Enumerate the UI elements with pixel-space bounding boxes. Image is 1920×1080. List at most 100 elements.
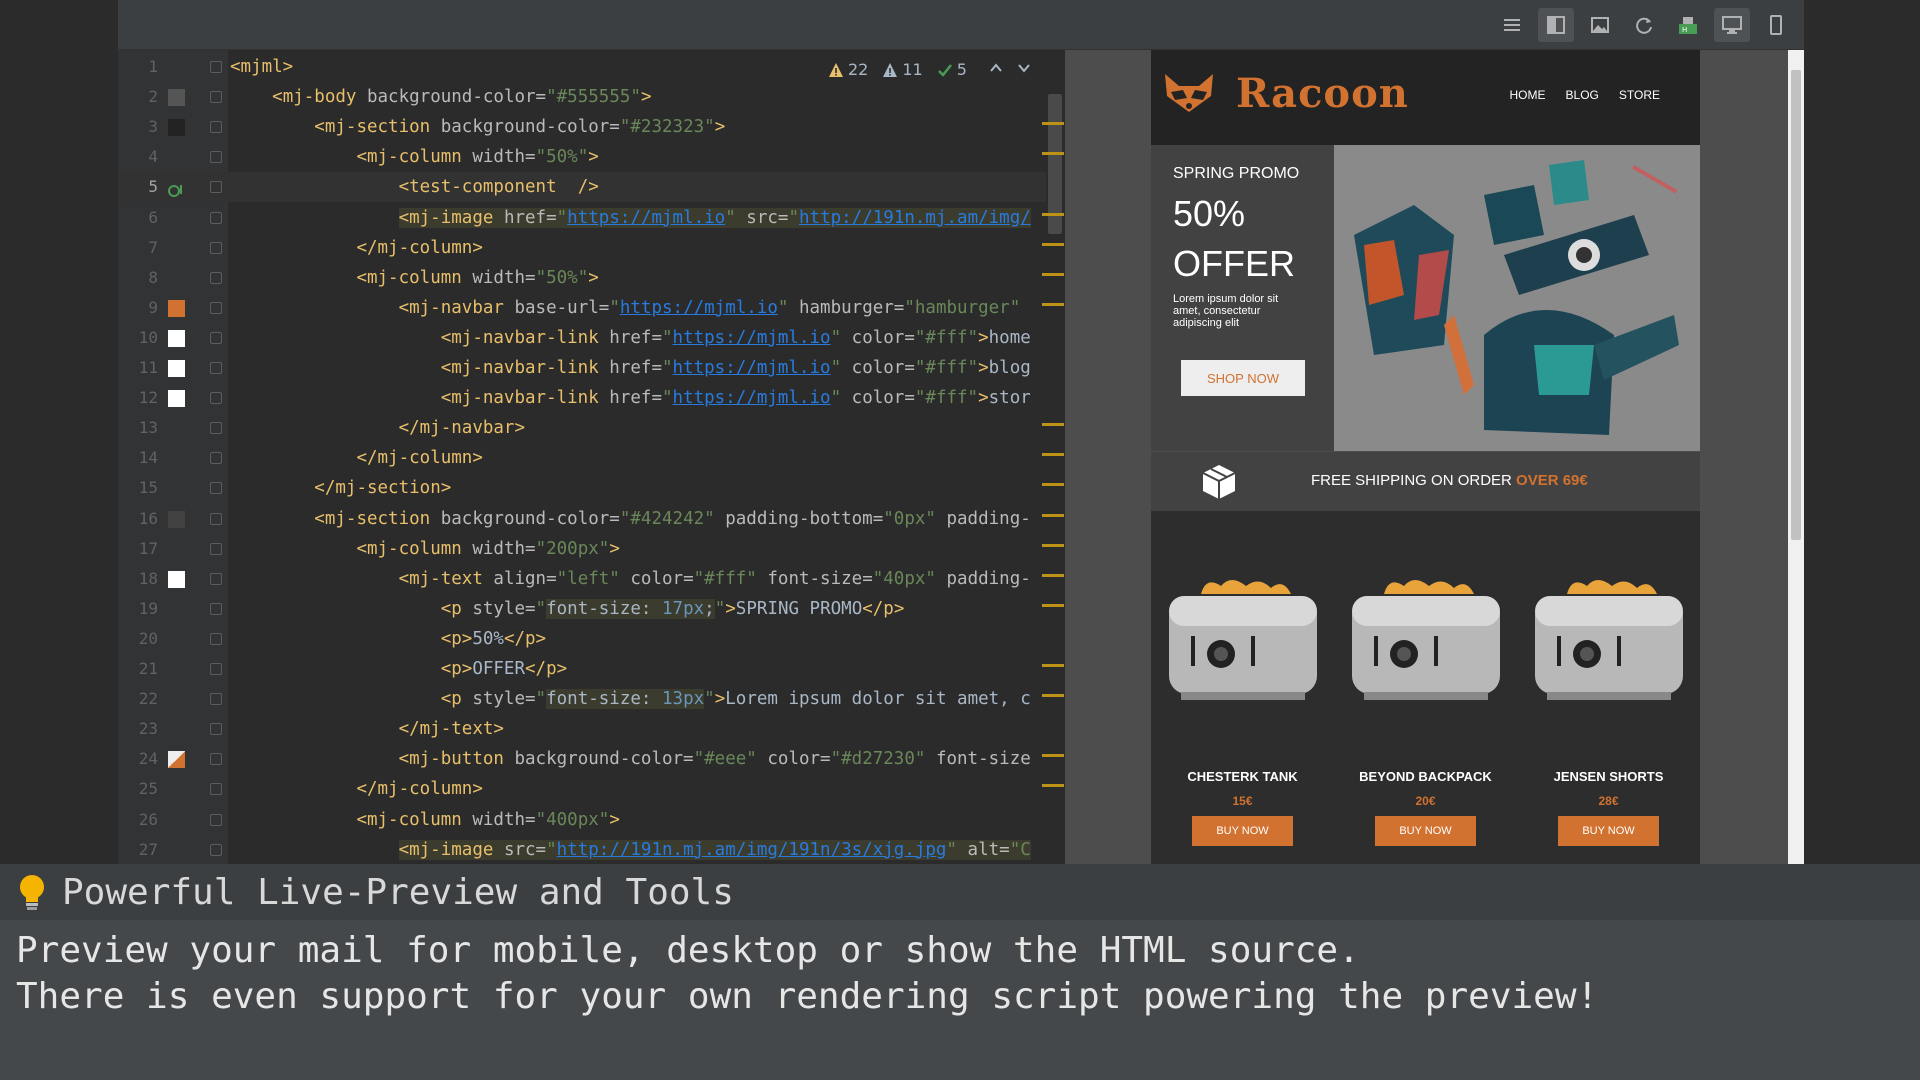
nav-link-home[interactable]: HOME xyxy=(1510,88,1546,102)
gutter-marker-icon[interactable] xyxy=(168,179,185,198)
code-line[interactable]: 11 <mj-navbar-link href="https://mjml.io… xyxy=(118,353,1065,383)
warning-stripe-mark[interactable] xyxy=(1042,453,1064,457)
fold-icon[interactable] xyxy=(210,362,222,374)
code-line[interactable]: 23 </mj-text> xyxy=(118,714,1065,744)
fold-icon[interactable] xyxy=(210,512,222,525)
code-line[interactable]: 16 <mj-section background-color="#424242… xyxy=(118,504,1065,534)
fold-icon[interactable] xyxy=(210,331,222,344)
error-count[interactable]: 22 xyxy=(828,60,868,79)
warning-stripe-mark[interactable] xyxy=(1042,784,1064,788)
warning-stripe-mark[interactable] xyxy=(1042,483,1064,487)
code-line[interactable]: 8 <mj-column width="50%"> xyxy=(118,263,1065,293)
fold-icon[interactable] xyxy=(210,301,222,314)
fold-icon[interactable] xyxy=(210,121,222,134)
shop-now-button[interactable]: SHOP NOW xyxy=(1181,360,1305,396)
fold-icon[interactable] xyxy=(210,271,222,284)
color-swatch-icon[interactable] xyxy=(168,119,185,137)
code-line[interactable]: 17 <mj-column width="200px"> xyxy=(118,534,1065,564)
next-problem-icon[interactable] xyxy=(1017,60,1031,79)
warning-stripe-mark[interactable] xyxy=(1042,122,1064,126)
code-line[interactable]: 6 <mj-image href="https://mjml.io" src="… xyxy=(118,203,1065,233)
fold-icon[interactable] xyxy=(210,663,222,675)
color-swatch-icon[interactable] xyxy=(168,510,185,528)
toaster-image[interactable] xyxy=(1344,566,1508,716)
hero-product-image[interactable] xyxy=(1334,145,1700,451)
desktop-icon[interactable] xyxy=(1714,8,1750,42)
warning-stripe-mark[interactable] xyxy=(1042,423,1064,427)
color-swatch-icon[interactable] xyxy=(168,390,185,408)
fold-icon[interactable] xyxy=(210,61,222,73)
fold-icon[interactable] xyxy=(210,723,222,736)
fold-icon[interactable] xyxy=(210,753,222,766)
color-swatch-icon[interactable] xyxy=(168,360,185,377)
code-line[interactable]: 3 <mj-section background-color="#232323"… xyxy=(118,112,1065,142)
refresh-icon[interactable] xyxy=(1626,8,1662,42)
code-line[interactable]: 13 </mj-navbar> xyxy=(118,413,1065,443)
toaster-image[interactable] xyxy=(1527,566,1691,716)
fold-icon[interactable] xyxy=(210,632,222,645)
prev-problem-icon[interactable] xyxy=(989,60,1003,79)
fold-icon[interactable] xyxy=(210,572,222,585)
code-line[interactable]: 5 <test-component /> xyxy=(118,172,1065,203)
warning-count[interactable]: 11 xyxy=(882,60,923,79)
code-line[interactable]: 12 <mj-navbar-link href="https://mjml.io… xyxy=(118,383,1065,413)
warning-stripe-mark[interactable] xyxy=(1042,152,1064,156)
code-line[interactable]: 24 <mj-button background-color="#eee" co… xyxy=(118,744,1065,774)
color-swatch-icon[interactable] xyxy=(168,329,185,347)
split-view-icon[interactable] xyxy=(1538,8,1574,42)
fold-icon[interactable] xyxy=(210,452,222,465)
fold-icon[interactable] xyxy=(210,181,222,194)
fold-icon[interactable] xyxy=(210,813,222,826)
warning-stripe-mark[interactable] xyxy=(1042,664,1064,667)
buy-now-button[interactable]: BUY NOW xyxy=(1558,816,1659,846)
code-line[interactable]: 20 <p>50%</p> xyxy=(118,624,1065,654)
fold-icon[interactable] xyxy=(210,843,222,856)
toaster-image[interactable] xyxy=(1161,566,1325,716)
warning-stripe-mark[interactable] xyxy=(1042,272,1064,276)
problems-summary[interactable]: 22 11 5 xyxy=(828,60,1031,79)
fold-icon[interactable] xyxy=(210,693,222,706)
color-swatch-icon[interactable] xyxy=(168,299,185,317)
fold-icon[interactable] xyxy=(210,91,222,104)
code-line[interactable]: 14 </mj-column> xyxy=(118,443,1065,473)
warning-stripe-mark[interactable] xyxy=(1042,573,1064,577)
code-line[interactable]: 21 <p>OFFER</p> xyxy=(118,654,1065,684)
code-editor[interactable]: 1 <mjml> 2 <mj-body background-color="#555… xyxy=(118,50,1065,864)
fold-icon[interactable] xyxy=(210,783,222,796)
code-line[interactable]: 19 <p style="font-size: 17px;">SPRING PR… xyxy=(118,594,1065,624)
code-line[interactable]: 26 <mj-column width="400px"> xyxy=(118,805,1065,835)
email-preview[interactable]: Racoon HOME BLOG STORE SPRING PROMO 50% … xyxy=(1065,50,1804,864)
warning-stripe-mark[interactable] xyxy=(1042,242,1064,246)
brand-logo[interactable]: Racoon xyxy=(1236,70,1409,117)
fold-icon[interactable] xyxy=(210,211,222,224)
nav-link-blog[interactable]: BLOG xyxy=(1566,88,1599,102)
image-icon[interactable] xyxy=(1582,8,1618,42)
warning-stripe-mark[interactable] xyxy=(1042,754,1064,758)
warning-stripe-mark[interactable] xyxy=(1042,694,1064,698)
fold-icon[interactable] xyxy=(210,422,222,435)
code-line[interactable]: 27 <mj-image src="http://191n.mj.am/img/… xyxy=(118,835,1065,864)
code-line[interactable]: 7 </mj-column> xyxy=(118,233,1065,263)
fold-icon[interactable] xyxy=(210,602,222,615)
list-icon[interactable] xyxy=(1494,8,1530,42)
code-line[interactable]: 2 <mj-body background-color="#555555"> xyxy=(118,82,1065,112)
fold-icon[interactable] xyxy=(210,151,222,164)
code-line[interactable]: 9 <mj-navbar base-url="https://mjml.io" … xyxy=(118,293,1065,323)
fold-icon[interactable] xyxy=(210,241,222,254)
nav-link-store[interactable]: STORE xyxy=(1619,88,1660,102)
buy-now-button[interactable]: BUY NOW xyxy=(1375,816,1476,846)
warning-stripe-mark[interactable] xyxy=(1042,543,1064,547)
warning-stripe-mark[interactable] xyxy=(1042,513,1064,517)
preview-scroll-thumb[interactable] xyxy=(1791,70,1801,540)
fold-icon[interactable] xyxy=(210,392,222,405)
code-line[interactable]: 22 <p style="font-size: 13px">Lorem ipsu… xyxy=(118,684,1065,714)
code-line[interactable]: 10 <mj-navbar-link href="https://mjml.io… xyxy=(118,323,1065,353)
warning-stripe-mark[interactable] xyxy=(1042,603,1064,607)
warning-stripe-mark[interactable] xyxy=(1042,212,1064,216)
preview-scrollbar[interactable] xyxy=(1788,50,1804,864)
html-source-icon[interactable]: H xyxy=(1670,8,1706,42)
code-line[interactable]: 18 <mj-text align="left" color="#fff" fo… xyxy=(118,564,1065,594)
code-line[interactable]: 25 </mj-column> xyxy=(118,774,1065,804)
warning-stripe-mark[interactable] xyxy=(1042,302,1064,306)
buy-now-button[interactable]: BUY NOW xyxy=(1192,816,1293,846)
